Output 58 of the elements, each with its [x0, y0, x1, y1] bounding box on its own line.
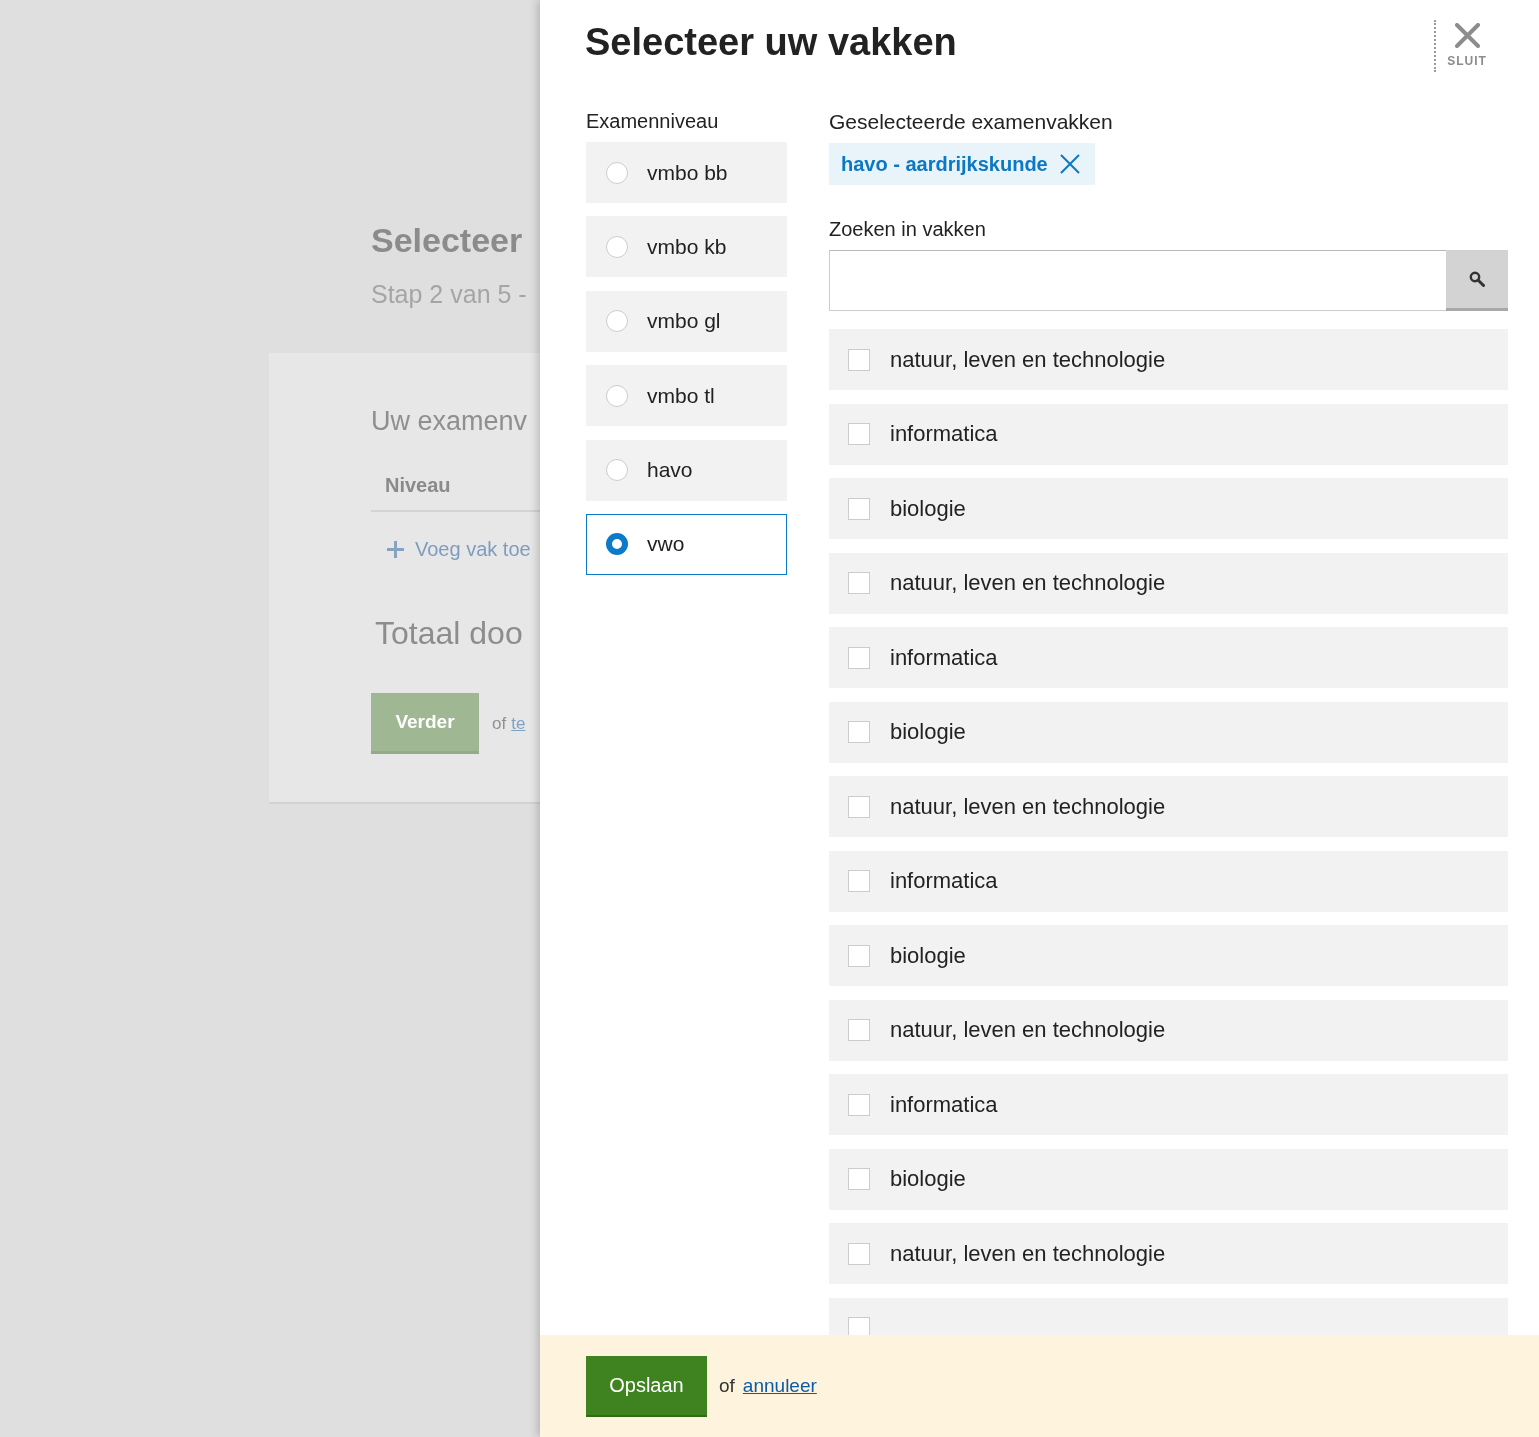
- checkbox[interactable]: [848, 497, 870, 520]
- checkbox[interactable]: [848, 646, 870, 669]
- search-field[interactable]: [829, 250, 1446, 311]
- checkbox[interactable]: [848, 870, 870, 892]
- subject-option[interactable]: biologie: [829, 925, 1508, 986]
- level-label: Examenniveau: [586, 109, 720, 133]
- remove-icon[interactable]: [1059, 154, 1080, 174]
- subject-option[interactable]: informatica: [829, 850, 1508, 912]
- checkbox[interactable]: [848, 721, 870, 743]
- save-button[interactable]: Opslaan: [586, 1355, 707, 1417]
- subject-option[interactable]: biologie: [829, 701, 1508, 763]
- subject-option[interactable]: natuur, leven en technologie: [829, 1223, 1508, 1284]
- subject-option[interactable]: biologie: [829, 1148, 1508, 1210]
- search-button[interactable]: [1446, 250, 1508, 311]
- level-option[interactable]: vmbo kb: [586, 216, 787, 278]
- radio-icon: [606, 161, 628, 184]
- checkbox[interactable]: [848, 1093, 870, 1116]
- column-header: Niveau: [385, 473, 451, 497]
- level-option[interactable]: vwo: [586, 513, 787, 575]
- subject-option[interactable]: biologie: [829, 478, 1508, 539]
- tag-label: havo - aardrijkskunde: [841, 152, 1048, 176]
- close-icon: [1454, 23, 1480, 48]
- subject-option[interactable]: natuur, leven en technologie: [829, 329, 1508, 390]
- subject-option[interactable]: informatica: [829, 627, 1508, 688]
- radio-icon: [606, 384, 628, 407]
- or-text: of: [492, 713, 507, 734]
- checkbox[interactable]: [848, 1019, 870, 1041]
- selected-subjects-label: Geselecteerde examenvakken: [829, 109, 1114, 135]
- or-text: of: [719, 1375, 735, 1397]
- level-option[interactable]: vmbo tl: [586, 365, 787, 427]
- radio-icon: [606, 310, 628, 333]
- total-heading: Totaal doo: [375, 614, 523, 652]
- radio-icon: [606, 459, 628, 482]
- page-title: Selecteer: [371, 220, 523, 260]
- level-option[interactable]: vmbo gl: [586, 290, 787, 352]
- subject-option[interactable]: natuur, leven en technologie: [829, 776, 1508, 837]
- plus-icon: [387, 540, 404, 558]
- search-icon: [1469, 271, 1485, 287]
- checkbox[interactable]: [848, 1242, 870, 1265]
- radio-icon: [606, 235, 628, 258]
- search-label: Zoeken in vakken: [829, 217, 987, 242]
- subject-option[interactable]: natuur, leven en technologie: [829, 999, 1508, 1061]
- level-option[interactable]: havo: [586, 439, 787, 501]
- checkbox[interactable]: [848, 1168, 870, 1190]
- checkbox[interactable]: [848, 944, 870, 967]
- drawer-title: Selecteer uw vakken: [585, 20, 957, 65]
- subject-option[interactable]: natuur, leven en technologie: [829, 552, 1508, 614]
- radio-icon: [606, 533, 628, 556]
- subject-option[interactable]: informatica: [829, 1074, 1508, 1135]
- step-text: Stap 2 van 5 -: [371, 279, 527, 309]
- subject-option[interactable]: informatica: [829, 403, 1508, 465]
- checkbox[interactable]: [848, 423, 870, 445]
- section-heading: Uw examenv: [371, 405, 528, 437]
- checkbox[interactable]: [848, 572, 870, 594]
- checkbox[interactable]: [848, 795, 870, 818]
- level-option[interactable]: vmbo bb: [586, 142, 787, 203]
- checkbox[interactable]: [848, 348, 870, 371]
- cancel-link[interactable]: annuleer: [742, 1375, 817, 1397]
